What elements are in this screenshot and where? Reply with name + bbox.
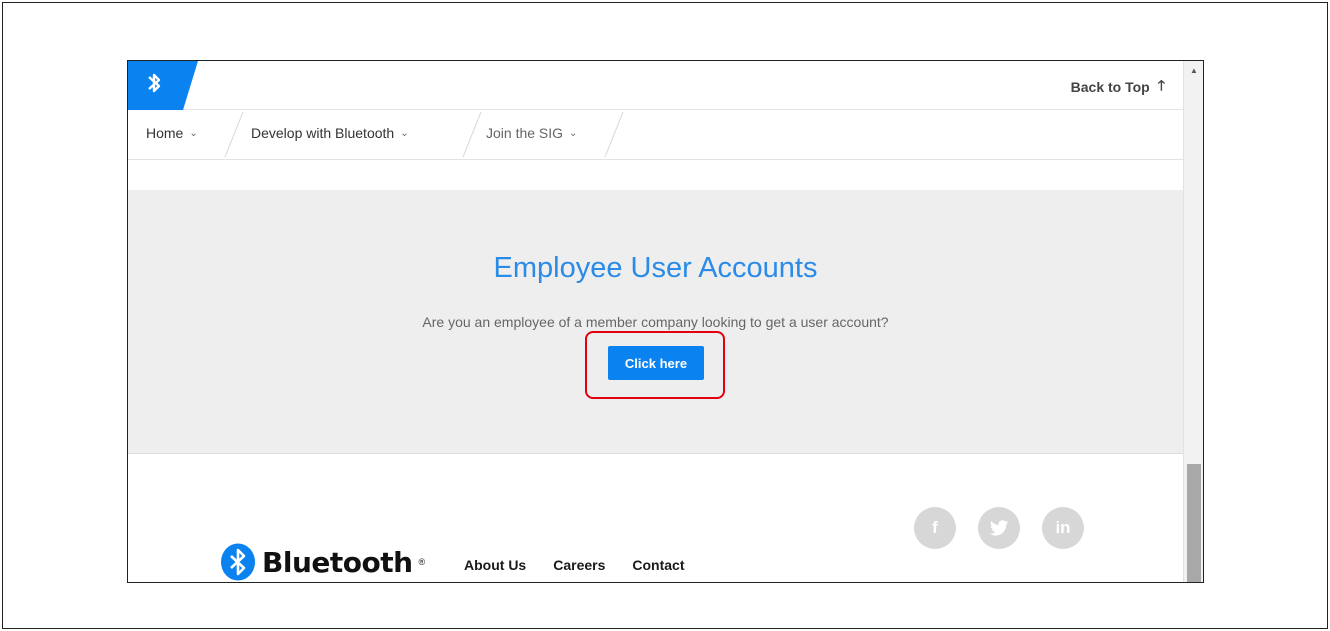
nav-item-develop[interactable]: Develop with Bluetooth ⌄ (251, 125, 409, 141)
footer-link-contact[interactable]: Contact (632, 557, 684, 573)
footer: f in Bluetooth ® About Us Careers Contac… (128, 454, 1183, 582)
nav-divider (462, 111, 482, 158)
twitter-icon[interactable] (978, 507, 1020, 549)
bluetooth-wordmark: Bluetooth (262, 545, 413, 579)
footer-links: About Us Careers Contact (464, 557, 685, 573)
bluetooth-logo[interactable]: Bluetooth ® (220, 542, 425, 582)
bluetooth-tab[interactable] (128, 61, 198, 110)
nav-item-home[interactable]: Home ⌄ (146, 125, 198, 141)
arrow-up-icon: 🡑 (1157, 77, 1165, 93)
bluetooth-icon (128, 61, 198, 110)
top-bar: Back to Top 🡑 (128, 61, 1183, 110)
nav-item-join-sig[interactable]: Join the SIG ⌄ (486, 125, 577, 141)
nav-item-label: Develop with Bluetooth (251, 125, 395, 141)
chevron-down-icon: ⌄ (189, 127, 198, 139)
back-to-top-link[interactable]: Back to Top 🡑 (1071, 75, 1165, 99)
linkedin-icon[interactable]: in (1042, 507, 1084, 549)
section-title: Employee User Accounts (493, 252, 818, 284)
back-to-top-label: Back to Top (1070, 79, 1150, 95)
chevron-down-icon: ⌄ (569, 127, 578, 139)
nav-item-label: Join the SIG (486, 125, 564, 141)
footer-link-about-us[interactable]: About Us (464, 557, 526, 573)
chevron-down-icon: ⌄ (400, 127, 409, 139)
main-nav: Home ⌄ Develop with Bluetooth ⌄ Join the… (128, 110, 1183, 160)
nav-item-label: Home (146, 125, 184, 141)
browser-viewport: Back to Top 🡑 Home ⌄ Develop with Blueto… (127, 60, 1204, 583)
bluetooth-rune-icon (221, 543, 255, 581)
registered-mark: ® (418, 557, 426, 567)
nav-divider (224, 111, 244, 158)
facebook-icon[interactable]: f (914, 507, 956, 549)
employee-accounts-section: Employee User Accounts Are you an employ… (128, 190, 1183, 454)
twitter-bird-icon (989, 519, 1009, 536)
scroll-up-arrow-icon[interactable]: ▲ (1184, 61, 1203, 79)
click-here-button[interactable]: Click here (608, 346, 704, 380)
footer-link-careers[interactable]: Careers (553, 557, 605, 573)
section-description: Are you an employee of a member company … (422, 314, 889, 330)
vertical-scrollbar[interactable]: ▲ (1183, 61, 1203, 582)
scrollbar-thumb[interactable] (1187, 464, 1201, 582)
nav-divider (604, 111, 624, 158)
